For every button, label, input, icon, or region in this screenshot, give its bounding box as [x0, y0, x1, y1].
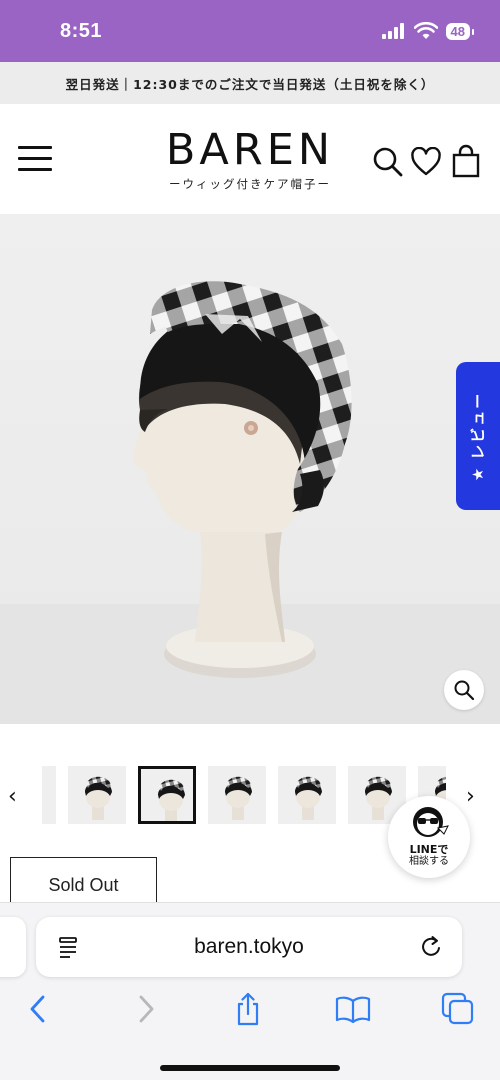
- mannequin-with-hat-image: [0, 214, 500, 724]
- thumbnail-prev-arrow[interactable]: ‹: [8, 784, 17, 809]
- home-indicator: [160, 1065, 340, 1071]
- zoom-icon: [454, 680, 475, 701]
- thumbnail-3[interactable]: [208, 766, 266, 824]
- thumbnail-4[interactable]: [278, 766, 336, 824]
- bookmarks-button[interactable]: [333, 989, 373, 1029]
- status-bar: 8:51 48: [0, 0, 500, 62]
- line-button-subtext: 相談する: [409, 856, 449, 867]
- star-icon: ★: [469, 465, 487, 481]
- review-tab-label: レビュー: [469, 391, 488, 460]
- logo-tagline: ーウィッグ付きケア帽子ー: [169, 177, 331, 191]
- thumbnail-next-arrow[interactable]: ›: [466, 784, 475, 809]
- address-bar[interactable]: baren.tokyo: [36, 917, 462, 977]
- thumbnail-2-active[interactable]: [138, 766, 196, 824]
- announcement-text: 翌日発送｜12:30までのご注文で当日発送（土日祝を除く）: [65, 76, 435, 92]
- thumbnail-partial-left[interactable]: [42, 766, 56, 824]
- browser-bottom-bar: baren.tokyo: [0, 902, 500, 1080]
- status-icons: 48: [381, 22, 475, 40]
- url-text: baren.tokyo: [194, 935, 304, 958]
- line-consult-button[interactable]: LINEで 相談する: [388, 796, 470, 878]
- status-time: 8:51: [60, 20, 103, 42]
- wifi-icon: [413, 22, 438, 39]
- previous-tab-card[interactable]: [0, 917, 26, 977]
- announcement-bar: 翌日発送｜12:30までのご注文で当日発送（土日祝を除く）: [0, 62, 500, 104]
- back-button[interactable]: [18, 989, 58, 1029]
- tabs-icon: [441, 992, 474, 1025]
- review-tab[interactable]: ★ レビュー: [456, 362, 500, 510]
- line-suffix: で: [437, 843, 449, 856]
- back-icon: [30, 995, 45, 1023]
- battery-indicator: 48: [445, 22, 475, 40]
- product-main-image[interactable]: [0, 214, 500, 724]
- thumbnail-1[interactable]: [68, 766, 126, 824]
- zoom-button[interactable]: [444, 670, 484, 710]
- share-icon: [237, 992, 259, 1026]
- site-header: BAREN ーウィッグ付きケア帽子ー: [0, 104, 500, 214]
- forward-icon: [139, 995, 154, 1023]
- search-icon[interactable]: [372, 146, 404, 178]
- share-button[interactable]: [228, 989, 268, 1029]
- heart-icon[interactable]: [410, 147, 442, 177]
- line-button-label: LINEで: [410, 843, 449, 856]
- bag-icon[interactable]: [450, 144, 482, 178]
- line-avatar-icon: [413, 807, 449, 837]
- forward-button[interactable]: [126, 989, 166, 1029]
- bookmarks-icon: [335, 996, 371, 1023]
- signal-icon: [381, 23, 404, 39]
- tabs-button[interactable]: [438, 989, 478, 1029]
- line-brand: LINE: [409, 843, 438, 856]
- reload-icon[interactable]: [418, 934, 444, 960]
